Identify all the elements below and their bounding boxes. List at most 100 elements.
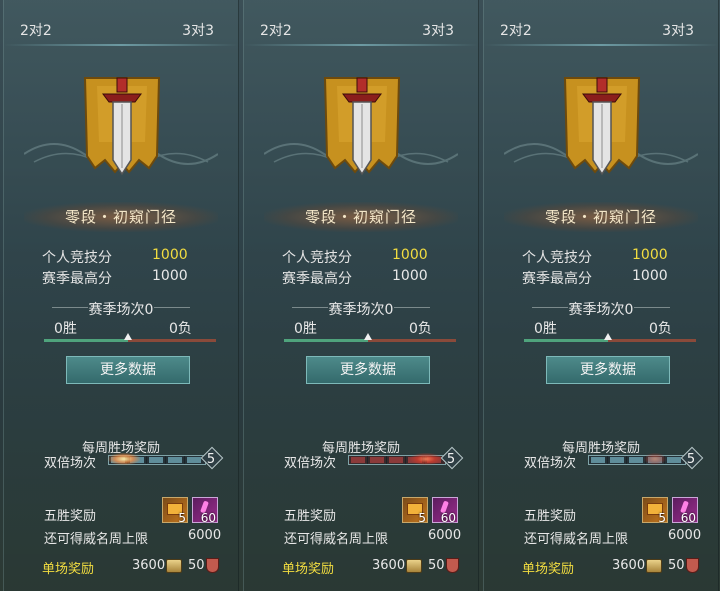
sword-banner-icon [563, 77, 641, 176]
tab-underline [244, 44, 478, 46]
tab-3v3[interactable]: 3对3 [662, 20, 694, 40]
coin-icon [646, 559, 662, 573]
single-reward-label: 单场奖励 [42, 562, 95, 577]
five-win-label: 五胜奖励 [284, 509, 337, 524]
double-matches-label: 双倍场次 [284, 456, 337, 471]
shield-icon [206, 558, 219, 573]
bar-separator [626, 456, 627, 464]
bar-segment [149, 457, 163, 463]
potion-icon[interactable]: 60 [192, 497, 218, 525]
loss-bar [368, 339, 456, 342]
treasure-chest-icon[interactable]: 5 [402, 497, 428, 525]
single-honor-value: 50 [668, 558, 685, 573]
double-matches-label: 双倍场次 [44, 456, 97, 471]
season-matches: 赛季场次0 [88, 302, 154, 318]
item-count: 5 [418, 511, 426, 525]
season-high-value: 1000 [392, 268, 428, 284]
mode-tabs: 2对2 3对3 [484, 0, 718, 46]
win-loss-bar [44, 333, 216, 342]
bar-segment [351, 457, 365, 463]
wins-count: 0胜 [54, 321, 77, 337]
losses-count: 0负 [409, 321, 432, 337]
more-data-button[interactable]: 更多数据 [546, 356, 670, 384]
spark-effect [108, 453, 140, 465]
personal-score-value: 1000 [152, 247, 188, 263]
win-loss-bar [284, 333, 456, 342]
personal-score-value: 1000 [392, 247, 428, 263]
coin-icon [406, 559, 422, 573]
personal-score-label: 个人竞技分 [42, 250, 112, 266]
five-win-label: 五胜奖励 [524, 509, 577, 524]
double-matches-bar [588, 455, 686, 465]
season-matches: 赛季场次0 [568, 302, 634, 318]
ratio-marker-icon [124, 333, 132, 340]
bar-separator [607, 456, 608, 464]
bar-separator [146, 456, 147, 464]
bar-separator [405, 456, 406, 464]
spark-effect [644, 453, 666, 465]
personal-score-value: 1000 [632, 247, 668, 263]
win-loss-bar [524, 333, 696, 342]
more-data-button[interactable]: 更多数据 [66, 356, 190, 384]
item-count: 60 [440, 511, 456, 525]
bar-segment [389, 457, 403, 463]
weekly-reward-title: 每周胜场奖励 [561, 441, 640, 456]
single-honor-value: 50 [428, 558, 445, 573]
rank-title: 零段・初窥门径 [264, 202, 458, 232]
win-bar [44, 339, 128, 342]
fame-limit-value: 6000 [668, 528, 702, 543]
bar-separator [165, 456, 166, 464]
loss-bar [128, 339, 216, 342]
treasure-chest-icon[interactable]: 5 [162, 497, 188, 525]
personal-score-label: 个人竞技分 [522, 250, 592, 266]
fame-limit-label: 还可得威名周上限 [284, 532, 389, 547]
arena-panel: 2对2 3对3 零段・初窥门径 个人竞技分 1000 赛季最高分 1000 赛季… [243, 0, 479, 591]
season-high-label: 赛季最高分 [522, 271, 592, 287]
single-coin-value: 3600 [132, 558, 166, 573]
tab-3v3[interactable]: 3对3 [182, 20, 214, 40]
mode-tabs: 2对2 3对3 [244, 0, 478, 46]
season-high-label: 赛季最高分 [282, 271, 352, 287]
season-matches: 赛季场次0 [328, 302, 394, 318]
tab-3v3[interactable]: 3对3 [422, 20, 454, 40]
win-bar [284, 339, 368, 342]
bar-segment [629, 457, 643, 463]
tab-underline [484, 44, 718, 46]
bar-segment [168, 457, 182, 463]
double-count: 5 [686, 452, 696, 467]
tab-2v2[interactable]: 2对2 [260, 20, 292, 40]
arena-panel: 2对2 3对3 零段・初窥门径 个人竞技分 1000 赛季最高分 1000 赛季… [3, 0, 239, 591]
wins-count: 0胜 [534, 321, 557, 337]
more-data-button[interactable]: 更多数据 [306, 356, 430, 384]
bar-separator [184, 456, 185, 464]
tab-2v2[interactable]: 2对2 [20, 20, 52, 40]
tab-2v2[interactable]: 2对2 [500, 20, 532, 40]
double-matches-label: 双倍场次 [524, 456, 577, 471]
ratio-marker-icon [364, 333, 372, 340]
bar-separator [367, 456, 368, 464]
bar-segment [591, 457, 605, 463]
single-coin-value: 3600 [612, 558, 646, 573]
single-honor-value: 50 [188, 558, 205, 573]
bar-segment [667, 457, 681, 463]
single-reward-label: 单场奖励 [522, 562, 575, 577]
ratio-marker-icon [604, 333, 612, 340]
win-bar [524, 339, 608, 342]
coin-icon [166, 559, 182, 573]
item-count: 5 [658, 511, 666, 525]
treasure-chest-icon[interactable]: 5 [642, 497, 668, 525]
potion-icon[interactable]: 60 [432, 497, 458, 525]
weekly-reward-title: 每周胜场奖励 [321, 441, 400, 456]
personal-score-label: 个人竞技分 [282, 250, 352, 266]
double-count: 5 [446, 452, 456, 467]
season-high-label: 赛季最高分 [42, 271, 112, 287]
fame-limit-label: 还可得威名周上限 [524, 532, 629, 547]
item-count: 60 [680, 511, 696, 525]
losses-count: 0负 [649, 321, 672, 337]
single-reward-label: 单场奖励 [282, 562, 335, 577]
bar-segment [370, 457, 384, 463]
item-count: 5 [178, 511, 186, 525]
mode-tabs: 2对2 3对3 [4, 0, 238, 46]
potion-icon[interactable]: 60 [672, 497, 698, 525]
bar-segment [610, 457, 624, 463]
